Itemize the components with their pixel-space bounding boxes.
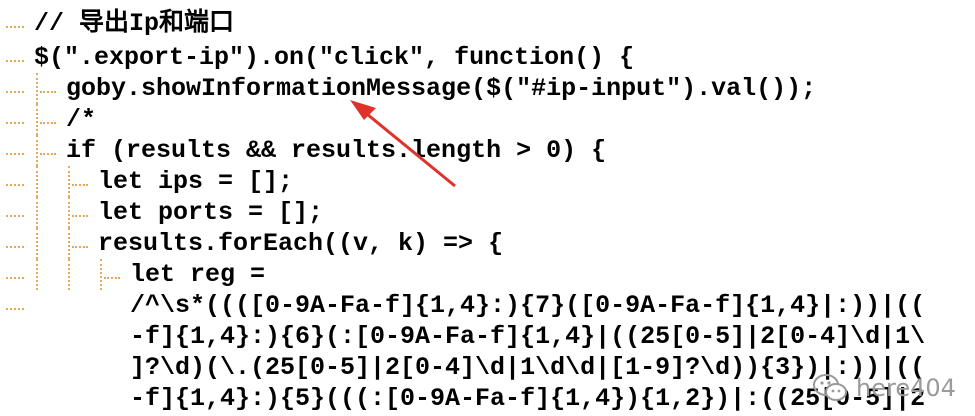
code-line: $(".export-ip").on("click", function() { xyxy=(0,42,975,73)
code-text: results.forEach((v, k) => { xyxy=(98,229,504,258)
watermark: here404 xyxy=(812,368,956,408)
code-line: let ips = []; xyxy=(0,166,975,197)
indent-guide xyxy=(36,104,38,135)
code-text: if (results && results.length > 0) { xyxy=(66,136,607,165)
indent-guide xyxy=(72,246,88,248)
code-comment: // 导出Ip和端口 xyxy=(34,9,235,38)
code-line: let ports = []; xyxy=(0,197,975,228)
code-line: // 导出Ip和端口 xyxy=(0,8,975,39)
indent-guides xyxy=(0,259,120,290)
indent-guides xyxy=(0,166,90,197)
code-editor[interactable]: // 导出Ip和端口 $(".export-ip").on("click", f… xyxy=(0,0,975,416)
code-line: /* xyxy=(0,104,975,135)
indent-guide xyxy=(36,259,38,290)
code-line: goby.showInformationMessage($("#ip-input… xyxy=(0,73,975,104)
code-text: goby.showInformationMessage($("#ip-input… xyxy=(66,74,817,103)
indent-guide xyxy=(36,73,38,104)
code-line: let reg = xyxy=(0,259,975,290)
indent-guide xyxy=(36,166,38,197)
code-line: results.forEach((v, k) => { xyxy=(0,228,975,259)
code-text: let reg = xyxy=(130,260,266,289)
code-text: /^\s*((([0-9A-Fa-f]{1,4}:){7}([0-9A-Fa-f… xyxy=(130,291,926,320)
code-text: -f]{1,4}:){5}(((:[0-9A-Fa-f]{1,4}){1,2})… xyxy=(130,384,926,413)
indent-guide xyxy=(6,246,24,248)
indent-guide xyxy=(100,259,102,290)
watermark-text: here404 xyxy=(856,374,956,402)
indent-guide xyxy=(36,197,38,228)
code-text: /* xyxy=(66,105,97,134)
code-line: -f]{1,4}:){6}(:[0-9A-Fa-f]{1,4}|((25[0-5… xyxy=(0,321,975,352)
indent-guide xyxy=(68,197,70,228)
indent-guides xyxy=(0,290,90,321)
code-line: /^\s*((([0-9A-Fa-f]{1,4}:){7}([0-9A-Fa-f… xyxy=(0,290,975,321)
indent-guides xyxy=(0,197,90,228)
indent-guide xyxy=(40,91,56,93)
indent-guide xyxy=(6,60,24,62)
indent-guide xyxy=(36,135,38,166)
indent-guide xyxy=(72,184,88,186)
wechat-icon xyxy=(812,373,848,403)
indent-guide xyxy=(72,215,88,217)
indent-guide xyxy=(36,228,38,259)
indent-guide xyxy=(6,91,24,93)
code-text: ]?\d)(\.(25[0-5]|2[0-4]\d|1\d\d|[1-9]?\d… xyxy=(130,353,926,382)
indent-guide xyxy=(68,166,70,197)
indent-guide xyxy=(68,228,70,259)
indent-guide xyxy=(6,308,24,310)
indent-guide xyxy=(6,153,24,155)
indent-guide xyxy=(68,259,70,290)
indent-guide xyxy=(6,26,24,28)
code-text: $(".export-ip").on("click", function() { xyxy=(34,43,635,72)
indent-guide xyxy=(6,277,24,279)
indent-guide xyxy=(40,122,56,124)
indent-guide xyxy=(6,184,24,186)
code-line: if (results && results.length > 0) { xyxy=(0,135,975,166)
indent-guide xyxy=(6,215,24,217)
indent-guide xyxy=(104,277,120,279)
code-text: -f]{1,4}:){6}(:[0-9A-Fa-f]{1,4}|((25[0-5… xyxy=(130,322,926,351)
indent-guide xyxy=(6,122,24,124)
code-text: let ips = []; xyxy=(98,167,294,196)
indent-guides xyxy=(0,228,90,259)
indent-guide xyxy=(40,153,56,155)
code-text: let ports = []; xyxy=(98,198,324,227)
